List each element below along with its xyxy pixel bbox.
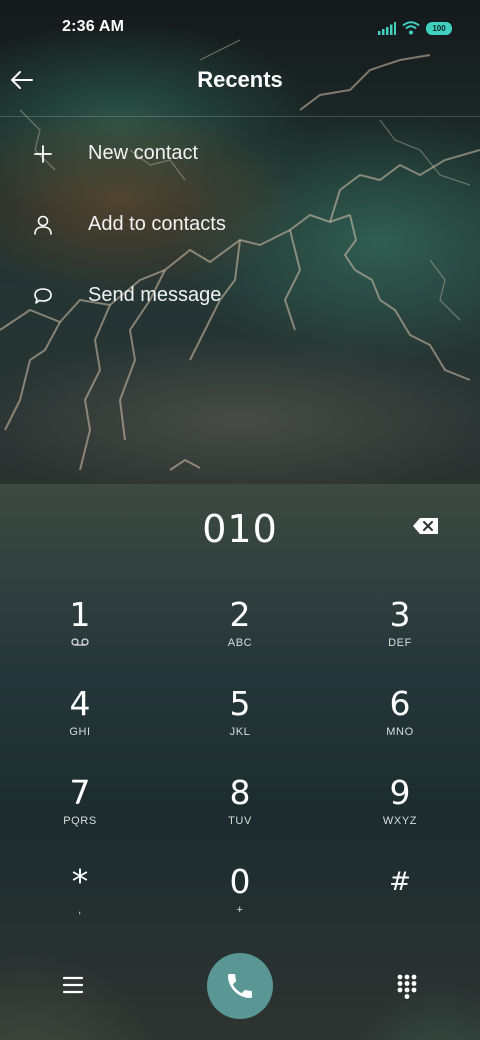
- key-6-letters: MNO: [386, 726, 414, 738]
- key-4-digit: 4: [69, 684, 91, 723]
- key-star-letters: ,: [78, 904, 82, 916]
- key-6-digit: 6: [389, 684, 411, 723]
- key-3-letters: DEF: [388, 637, 412, 649]
- new-contact-label: New contact: [88, 142, 199, 164]
- menu-icon[interactable]: [60, 972, 86, 998]
- status-icons: 100: [378, 20, 452, 36]
- backspace-icon[interactable]: [412, 515, 440, 537]
- key-8-letters: TUV: [228, 815, 252, 827]
- key-3-digit: 3: [389, 595, 411, 634]
- key-star-digit: *: [71, 862, 89, 901]
- key-star[interactable]: * ,: [0, 852, 160, 936]
- header-divider: [0, 116, 480, 117]
- key-2-digit: 2: [229, 595, 251, 634]
- key-hash-letters: [320, 904, 480, 918]
- new-contact-item[interactable]: New contact: [0, 123, 480, 183]
- key-2-letters: ABC: [227, 637, 253, 649]
- plus-icon: [34, 145, 52, 163]
- key-8-digit: 8: [229, 773, 251, 812]
- wifi-icon: [402, 21, 420, 35]
- battery-icon: 100: [426, 21, 452, 35]
- key-hash[interactable]: #: [320, 852, 480, 936]
- page-title: Recents: [197, 67, 283, 92]
- key-6[interactable]: 6 MNO: [320, 674, 480, 758]
- key-hash-digit: #: [389, 867, 411, 897]
- send-message-item[interactable]: Send message: [0, 265, 480, 325]
- key-5-letters: JKL: [229, 726, 251, 738]
- key-4[interactable]: 4 GHI: [0, 674, 160, 758]
- key-9-letters: WXYZ: [382, 815, 418, 827]
- key-3[interactable]: 3 DEF: [320, 585, 480, 669]
- send-message-label: Send message: [88, 284, 222, 306]
- key-7-letters: PQRS: [63, 815, 97, 827]
- call-button[interactable]: [207, 953, 273, 1019]
- key-0[interactable]: 0 +: [160, 852, 320, 936]
- add-to-contacts-item[interactable]: Add to contacts: [0, 194, 480, 254]
- key-7[interactable]: 7 PQRS: [0, 763, 160, 847]
- key-9-digit: 9: [389, 773, 411, 812]
- key-8[interactable]: 8 TUV: [160, 763, 320, 847]
- keypad-icon[interactable]: [396, 973, 418, 999]
- key-4-letters: GHI: [69, 726, 91, 738]
- phone-icon: [228, 974, 252, 998]
- key-5-digit: 5: [229, 684, 251, 723]
- add-to-contacts-label: Add to contacts: [88, 213, 226, 235]
- signal-icon: [378, 21, 396, 35]
- key-1[interactable]: 1: [0, 585, 160, 669]
- key-7-digit: 7: [69, 773, 91, 812]
- key-2[interactable]: 2 ABC: [160, 585, 320, 669]
- person-icon: [34, 215, 52, 235]
- voicemail-icon: [71, 638, 89, 646]
- key-5[interactable]: 5 JKL: [160, 674, 320, 758]
- key-1-digit: 1: [69, 595, 91, 634]
- key-9[interactable]: 9 WXYZ: [320, 763, 480, 847]
- dialed-number: 010: [202, 507, 278, 551]
- key-0-letters: +: [236, 904, 244, 916]
- message-icon: [34, 288, 52, 304]
- status-time: 2:36 AM: [62, 18, 125, 35]
- key-0-digit: 0: [229, 862, 251, 901]
